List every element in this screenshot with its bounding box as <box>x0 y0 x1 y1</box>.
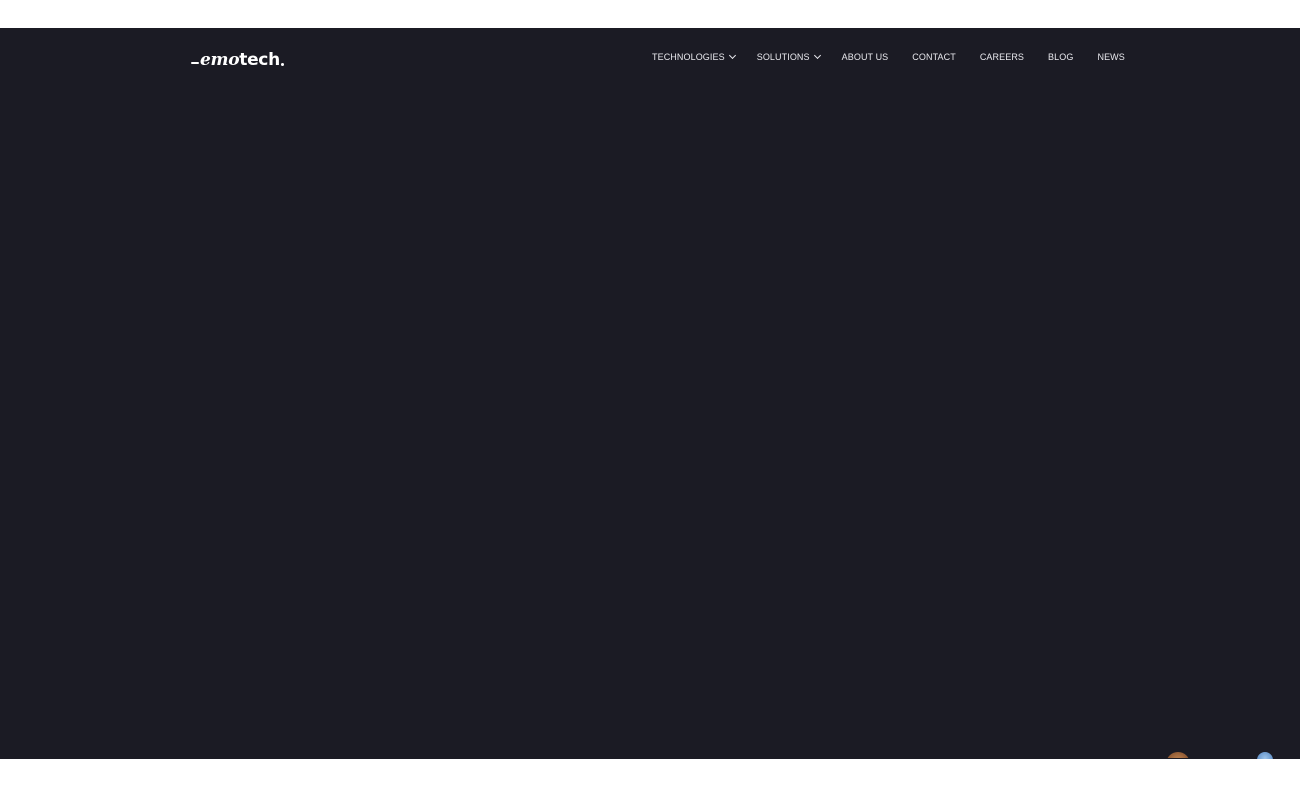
nav-item-solutions[interactable]: SOLUTIONS <box>756 51 821 62</box>
main-nav: TECHNOLOGIES SOLUTIONS ABOUT US CONTACT … <box>652 50 1125 64</box>
logo-dash-mark <box>191 62 199 64</box>
nav-item-label: CONTACT <box>912 52 956 62</box>
nav-item-label: TECHNOLOGIES <box>652 52 725 62</box>
nav-item-label: BLOG <box>1048 52 1074 62</box>
emotech-logo[interactable]: emo tech <box>191 46 284 70</box>
nav-item-label: NEWS <box>1097 52 1125 62</box>
nav-item-news[interactable]: NEWS <box>1097 52 1124 62</box>
nav-item-about-us[interactable]: ABOUT US <box>842 52 889 62</box>
nav-item-label: SOLUTIONS <box>756 52 810 62</box>
hero-section: emo tech TECHNOLOGIES SOLUTIONS ABOUT US… <box>0 28 1300 759</box>
nav-item-blog[interactable]: BLOG <box>1048 52 1073 62</box>
nav-item-contact[interactable]: CONTACT <box>912 52 956 62</box>
chevron-down-icon <box>813 51 821 60</box>
logo-script-text: emo <box>200 50 240 70</box>
nav-item-label: ABOUT US <box>841 52 889 62</box>
logo-dot-mark <box>280 63 284 66</box>
nav-item-label: CAREERS <box>979 52 1025 62</box>
nav-item-technologies[interactable]: TECHNOLOGIES <box>652 51 736 62</box>
logo-text: tech <box>239 50 280 70</box>
top-blank-strip <box>0 0 1300 28</box>
nav-item-careers[interactable]: CAREERS <box>980 52 1024 62</box>
chevron-down-icon <box>728 51 736 60</box>
bottom-blank-strip <box>0 759 1300 788</box>
